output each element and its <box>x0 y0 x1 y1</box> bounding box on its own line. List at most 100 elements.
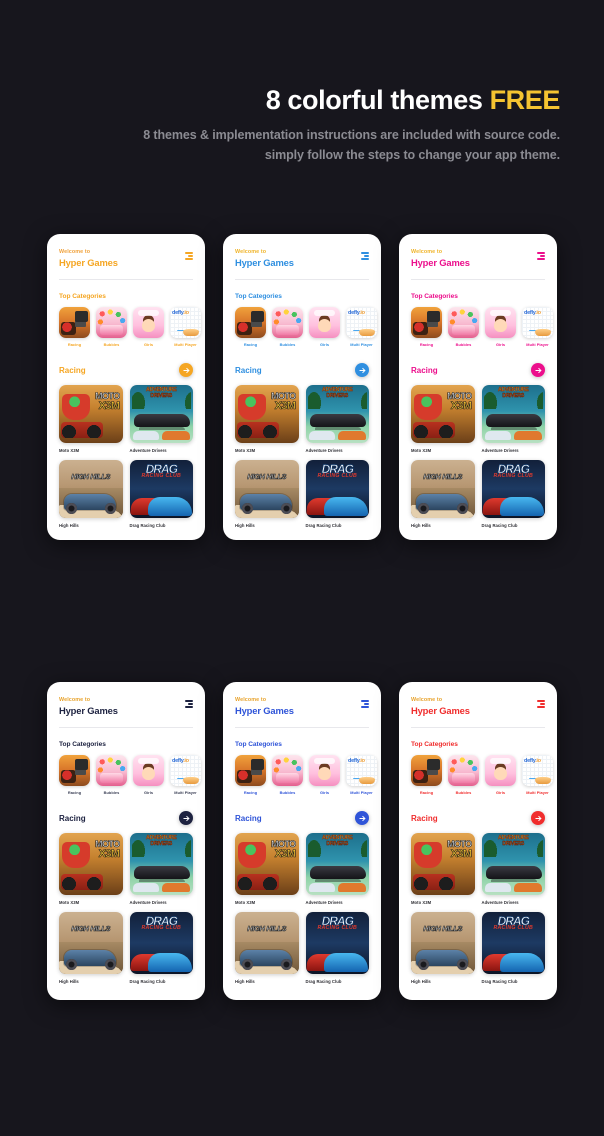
game-thumbnail[interactable]: MOTO X3M <box>235 385 299 444</box>
arrow-right-icon[interactable] <box>531 811 545 826</box>
category-item-multi-player[interactable]: defly.io Multi Player <box>170 755 201 795</box>
category-thumbnail[interactable] <box>96 755 127 787</box>
game-thumbnail[interactable]: ADVENTURE DRIVERS <box>129 385 193 444</box>
category-thumbnail[interactable] <box>485 755 516 787</box>
game-card[interactable]: DRAG RACING CLUB Drag Racing Club <box>481 912 545 984</box>
game-thumbnail[interactable]: MOTO X3M <box>59 833 123 896</box>
category-item-racing[interactable]: Racing <box>59 307 90 347</box>
game-thumbnail[interactable]: DRAG RACING CLUB <box>305 460 369 519</box>
category-thumbnail[interactable]: defly.io <box>346 307 377 339</box>
category-thumbnail[interactable] <box>133 307 164 339</box>
game-card[interactable]: ADVENTURE DRIVERS Adventure Drivers <box>481 385 545 453</box>
game-card[interactable]: DRAG RACING CLUB Drag Racing Club <box>129 460 193 528</box>
game-card[interactable]: HIGH HILLS High Hills <box>235 912 299 984</box>
arrow-right-icon[interactable] <box>355 363 369 378</box>
game-card[interactable]: MOTO X3M Moto X3M <box>235 385 299 453</box>
game-card[interactable]: ADVENTURE DRIVERS Adventure Drivers <box>129 833 193 905</box>
category-item-multi-player[interactable]: defly.io Multi Player <box>346 755 377 795</box>
category-thumbnail[interactable] <box>448 755 479 787</box>
category-item-racing[interactable]: Racing <box>235 755 266 795</box>
category-item-girls[interactable]: Girls <box>309 307 340 347</box>
category-thumbnail[interactable]: defly.io <box>522 307 553 339</box>
arrow-right-icon[interactable] <box>355 811 369 826</box>
category-item-racing[interactable]: Racing <box>235 307 266 347</box>
category-thumbnail[interactable] <box>235 755 266 787</box>
category-item-racing[interactable]: Racing <box>411 755 442 795</box>
category-thumbnail[interactable] <box>133 755 164 787</box>
game-thumbnail[interactable]: DRAG RACING CLUB <box>129 460 193 519</box>
game-card[interactable]: ADVENTURE DRIVERS Adventure Drivers <box>481 833 545 905</box>
category-item-racing[interactable]: Racing <box>59 755 90 795</box>
game-card[interactable]: ADVENTURE DRIVERS Adventure Drivers <box>129 385 193 453</box>
game-card[interactable]: MOTO X3M Moto X3M <box>411 385 475 453</box>
category-thumbnail[interactable] <box>309 307 340 339</box>
arrow-right-icon[interactable] <box>531 363 545 378</box>
category-item-racing[interactable]: Racing <box>411 307 442 347</box>
game-card[interactable]: HIGH HILLS High Hills <box>411 912 475 984</box>
hamburger-icon[interactable] <box>537 696 545 708</box>
game-thumbnail[interactable]: DRAG RACING CLUB <box>305 912 369 975</box>
game-card[interactable]: DRAG RACING CLUB Drag Racing Club <box>305 460 369 528</box>
arrow-right-icon[interactable] <box>179 363 193 378</box>
category-thumbnail[interactable] <box>485 307 516 339</box>
game-card[interactable]: MOTO X3M Moto X3M <box>59 385 123 453</box>
game-card[interactable]: HIGH HILLS High Hills <box>235 460 299 528</box>
category-item-multi-player[interactable]: defly.io Multi Player <box>522 755 553 795</box>
game-card[interactable]: HIGH HILLS High Hills <box>411 460 475 528</box>
game-thumbnail[interactable]: HIGH HILLS <box>235 460 299 519</box>
category-item-girls[interactable]: Girls <box>133 307 164 347</box>
category-thumbnail[interactable] <box>235 307 266 339</box>
category-thumbnail[interactable]: defly.io <box>170 755 201 787</box>
game-card[interactable]: MOTO X3M Moto X3M <box>235 833 299 905</box>
category-thumbnail[interactable] <box>411 307 442 339</box>
category-item-multi-player[interactable]: defly.io Multi Player <box>522 307 553 347</box>
arrow-right-icon[interactable] <box>179 811 193 826</box>
game-card[interactable]: HIGH HILLS High Hills <box>59 912 123 984</box>
game-thumbnail[interactable]: MOTO X3M <box>411 385 475 444</box>
game-thumbnail[interactable]: MOTO X3M <box>59 385 123 444</box>
hamburger-icon[interactable] <box>185 248 193 260</box>
category-thumbnail[interactable] <box>272 755 303 787</box>
game-thumbnail[interactable]: ADVENTURE DRIVERS <box>305 833 369 896</box>
game-thumbnail[interactable]: HIGH HILLS <box>411 912 475 975</box>
game-card[interactable]: ADVENTURE DRIVERS Adventure Drivers <box>305 833 369 905</box>
game-thumbnail[interactable]: ADVENTURE DRIVERS <box>481 833 545 896</box>
category-thumbnail[interactable] <box>96 307 127 339</box>
category-item-multi-player[interactable]: defly.io Multi Player <box>170 307 201 347</box>
game-thumbnail[interactable]: MOTO X3M <box>235 833 299 896</box>
category-thumbnail[interactable] <box>448 307 479 339</box>
category-thumbnail[interactable]: defly.io <box>346 755 377 787</box>
category-thumbnail[interactable]: defly.io <box>522 755 553 787</box>
category-thumbnail[interactable]: defly.io <box>170 307 201 339</box>
game-thumbnail[interactable]: HIGH HILLS <box>59 460 123 519</box>
game-thumbnail[interactable]: MOTO X3M <box>411 833 475 896</box>
hamburger-icon[interactable] <box>537 248 545 260</box>
game-thumbnail[interactable]: HIGH HILLS <box>59 912 123 975</box>
hamburger-icon[interactable] <box>361 696 369 708</box>
game-card[interactable]: MOTO X3M Moto X3M <box>411 833 475 905</box>
game-thumbnail[interactable]: HIGH HILLS <box>411 460 475 519</box>
game-card[interactable]: MOTO X3M Moto X3M <box>59 833 123 905</box>
game-thumbnail[interactable]: ADVENTURE DRIVERS <box>129 833 193 896</box>
category-thumbnail[interactable] <box>59 307 90 339</box>
category-item-bubbles[interactable]: Bubbles <box>96 755 127 795</box>
game-thumbnail[interactable]: ADVENTURE DRIVERS <box>305 385 369 444</box>
game-card[interactable]: DRAG RACING CLUB Drag Racing Club <box>481 460 545 528</box>
category-thumbnail[interactable] <box>272 307 303 339</box>
game-thumbnail[interactable]: HIGH HILLS <box>235 912 299 975</box>
category-item-bubbles[interactable]: Bubbles <box>272 755 303 795</box>
category-item-bubbles[interactable]: Bubbles <box>96 307 127 347</box>
game-thumbnail[interactable]: DRAG RACING CLUB <box>129 912 193 975</box>
game-card[interactable]: HIGH HILLS High Hills <box>59 460 123 528</box>
game-thumbnail[interactable]: ADVENTURE DRIVERS <box>481 385 545 444</box>
hamburger-icon[interactable] <box>361 248 369 260</box>
category-item-girls[interactable]: Girls <box>485 755 516 795</box>
category-item-bubbles[interactable]: Bubbles <box>272 307 303 347</box>
hamburger-icon[interactable] <box>185 696 193 708</box>
category-item-bubbles[interactable]: Bubbles <box>448 307 479 347</box>
category-thumbnail[interactable] <box>59 755 90 787</box>
category-thumbnail[interactable] <box>309 755 340 787</box>
game-card[interactable]: DRAG RACING CLUB Drag Racing Club <box>305 912 369 984</box>
game-thumbnail[interactable]: DRAG RACING CLUB <box>481 460 545 519</box>
game-thumbnail[interactable]: DRAG RACING CLUB <box>481 912 545 975</box>
